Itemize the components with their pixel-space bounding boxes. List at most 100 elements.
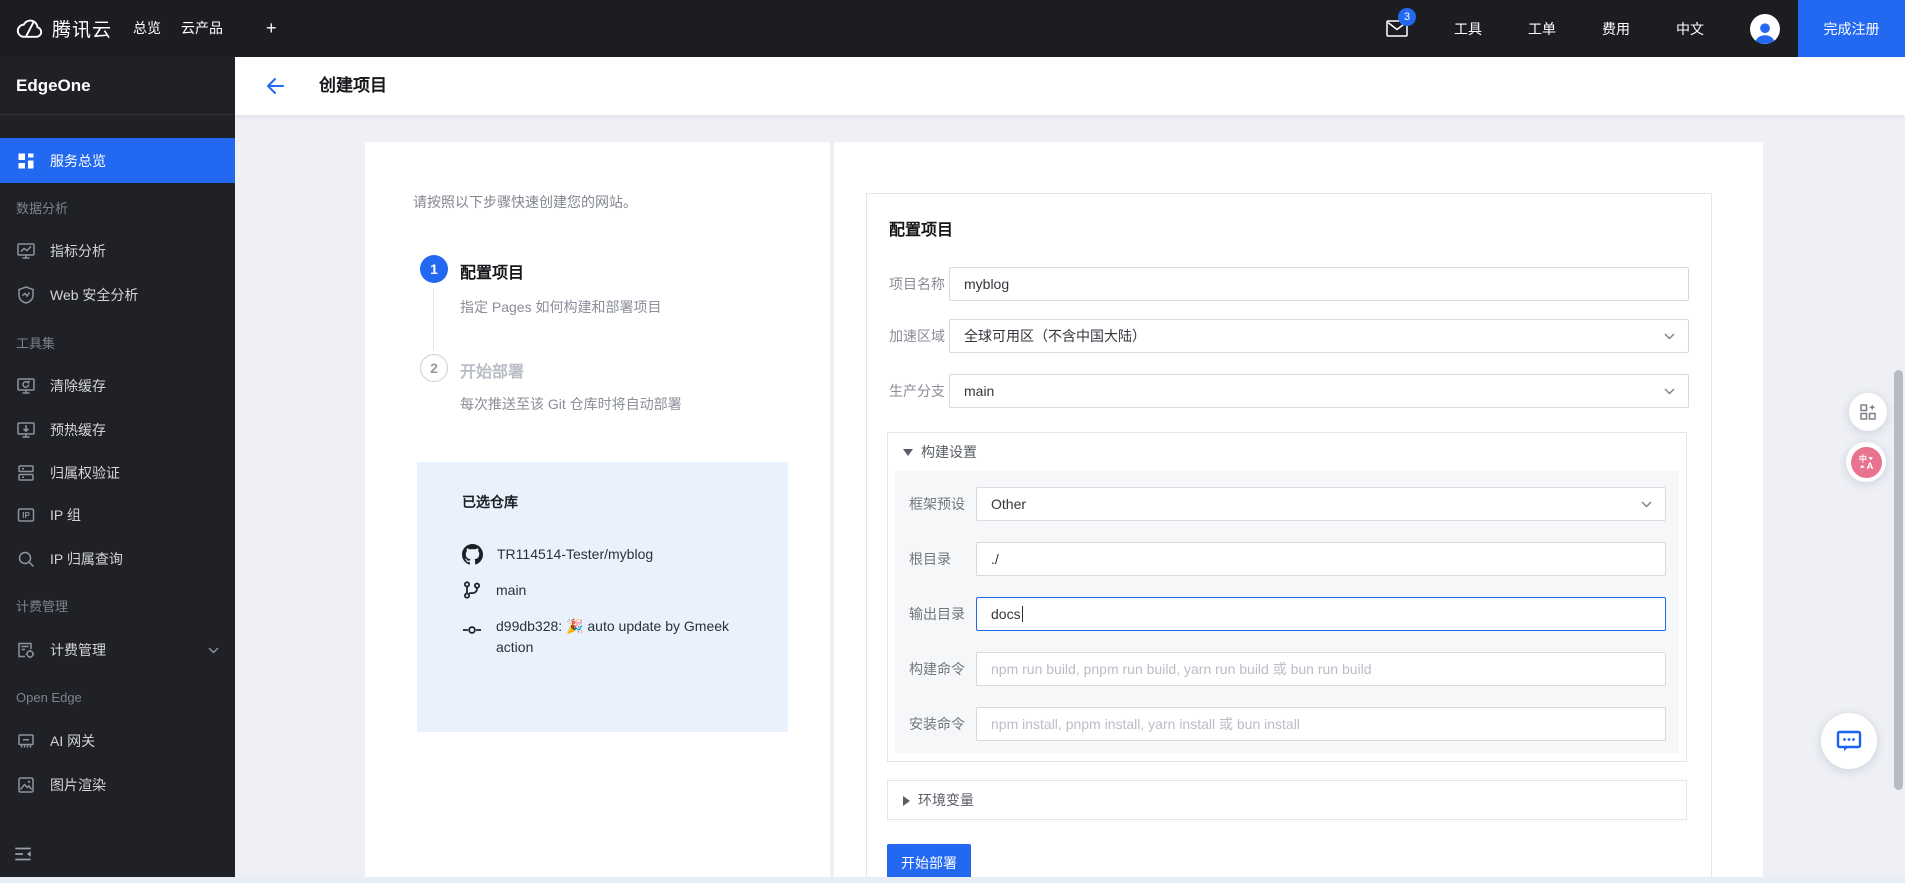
project-name-input[interactable] (949, 267, 1689, 301)
region-label: 加速区域* (889, 319, 954, 353)
git-commit-icon (462, 624, 482, 636)
repository-commit-row: d99db328: 🎉 auto update by Gmeek action (462, 616, 758, 658)
sidebar-item-ownership-verification[interactable]: 归属权验证 (0, 451, 235, 495)
environment-variables-toggle[interactable]: 环境变量 (887, 780, 1687, 820)
selected-repository-box: 已选仓库 TR114514-Tester/myblog main d99db32… (417, 462, 788, 732)
step-1-description: 指定 Pages 如何构建和部署项目 (460, 299, 662, 315)
nav-add-tab-button[interactable]: + (266, 0, 277, 57)
sidebar-item-metrics-analysis[interactable]: 指标分析 (0, 229, 235, 273)
repository-branch-row: main (462, 580, 758, 601)
sidebar-section-billing: 计费管理 (16, 599, 69, 614)
sidebar-item-ip-group[interactable]: IP IP 组 (0, 493, 235, 537)
github-icon (462, 544, 483, 565)
svg-text:A: A (1866, 461, 1873, 472)
configure-project-title: 配置项目 (889, 222, 954, 239)
nav-overview[interactable]: 总览 (133, 0, 161, 57)
top-navbar: 腾讯云 总览 云产品 + 3 工具 工单 费用 中文 完成注册 (0, 0, 1905, 57)
apps-sparkle-icon (1860, 404, 1876, 420)
build-settings-toggle[interactable]: 构建设置 (888, 433, 1686, 471)
avatar[interactable] (1750, 13, 1780, 44)
navbar-right-group: 3 工具 工单 费用 中文 (1386, 0, 1780, 57)
sidebar-section-toolbox: 工具集 (16, 336, 56, 351)
page-title: 创建项目 (319, 76, 387, 95)
output-directory-input[interactable]: docs (976, 597, 1666, 631)
sidebar-item-prewarm-cache[interactable]: 预热缓存 (0, 408, 235, 452)
project-name-label: 项目名称* (889, 267, 954, 301)
sidebar-title: EdgeOne (0, 57, 235, 115)
step-2-description: 每次推送至该 Git 仓库时将自动部署 (460, 396, 682, 412)
chat-bubble-icon (1836, 730, 1862, 751)
ip-badge-icon: IP (16, 505, 36, 525)
monitor-chart-icon (16, 241, 36, 261)
framework-preset-label: 框架预设 (909, 496, 965, 512)
page-header: 创建项目 (235, 57, 1905, 115)
production-branch-value: main (964, 383, 995, 399)
repository-name-row: TR114514-Tester/myblog (462, 544, 758, 565)
tencent-cloud-logo[interactable]: 腾讯云 (15, 0, 112, 57)
complete-registration-button[interactable]: 完成注册 (1798, 0, 1905, 57)
nav-tools[interactable]: 工具 (1454, 19, 1482, 39)
region-select[interactable]: 全球可用区（不含中国大陆） (949, 319, 1689, 353)
root-directory-label: 根目录 (909, 551, 951, 567)
chevron-down-icon (1641, 501, 1652, 508)
sidebar-item-label: 图片渲染 (50, 777, 106, 793)
sidebar-item-purge-cache[interactable]: 清除缓存 (0, 364, 235, 408)
build-command-input[interactable] (976, 652, 1666, 686)
install-command-label: 安装命令 (909, 716, 965, 732)
text-caret (1021, 606, 1023, 622)
nav-language[interactable]: 中文 (1676, 19, 1704, 39)
triangle-down-icon (903, 449, 913, 456)
monitor-download-icon (16, 420, 36, 440)
edgeone-create-project-page: { "colors": { "accent": "#2368f0", "navb… (0, 0, 1905, 883)
floating-translate-button[interactable]: 中 A (1846, 442, 1886, 482)
sidebar-item-label: 清除缓存 (50, 378, 106, 394)
sidebar-item-label: Web 安全分析 (50, 287, 139, 303)
search-icon (16, 549, 36, 569)
production-branch-select[interactable]: main (949, 374, 1689, 408)
triangle-right-icon (903, 796, 910, 806)
install-command-input[interactable] (976, 707, 1666, 741)
output-directory-value: docs (991, 606, 1021, 622)
back-arrow-icon (267, 78, 284, 94)
back-button[interactable] (263, 74, 287, 98)
sidebar-item-ip-lookup[interactable]: IP 归属查询 (0, 537, 235, 581)
form-panel: 配置项目 项目名称* 加速区域* 全球可用区（不含中国大陆） 生产分支* mai… (834, 142, 1763, 883)
nav-billing[interactable]: 费用 (1602, 19, 1630, 39)
step-2-title: 开始部署 (460, 364, 525, 381)
root-directory-input[interactable] (976, 542, 1666, 576)
sidebar-item-web-security-analysis[interactable]: Web 安全分析 (0, 273, 235, 317)
floating-chat-button[interactable] (1821, 713, 1877, 769)
cloud-logo-icon (15, 17, 45, 41)
selected-repository-title: 已选仓库 (462, 494, 518, 510)
mail-button[interactable]: 3 (1386, 8, 1416, 37)
sidebar-item-service-overview[interactable]: 服务总览 (0, 138, 235, 183)
step-1-indicator: 1 (420, 255, 448, 283)
steps-intro-text: 请按照以下步骤快速创建您的网站。 (413, 194, 637, 210)
sidebar-item-label: IP 归属查询 (50, 551, 123, 567)
step-1-title: 配置项目 (460, 265, 525, 282)
image-icon (16, 775, 36, 795)
sidebar-item-image-rendering[interactable]: 图片渲染 (0, 763, 235, 807)
start-deploy-button[interactable]: 开始部署 (887, 844, 971, 881)
configure-project-card: 配置项目 项目名称* 加速区域* 全球可用区（不含中国大陆） 生产分支* mai… (866, 193, 1712, 883)
mail-badge: 3 (1398, 8, 1416, 26)
vertical-scrollbar-thumb[interactable] (1894, 370, 1903, 790)
framework-preset-select[interactable]: Other (976, 487, 1666, 521)
sidebar-item-billing-management[interactable]: 计费管理 (0, 628, 235, 672)
sidebar-item-label: IP 组 (50, 507, 81, 523)
translate-icon: 中 A (1850, 446, 1882, 478)
floating-apps-button[interactable] (1849, 393, 1887, 431)
chevron-down-icon (208, 647, 219, 654)
nav-cloud-products[interactable]: 云产品 (181, 0, 223, 57)
repository-branch: main (496, 582, 527, 598)
monitor-refresh-icon (16, 376, 36, 396)
git-branch-icon (462, 580, 482, 600)
sidebar-item-label: 归属权验证 (50, 465, 120, 481)
sidebar-section-open-edge: Open Edge (16, 690, 82, 705)
server-list-icon (16, 463, 36, 483)
sidebar-item-ai-gateway[interactable]: AI 网关 (0, 719, 235, 763)
nav-tickets[interactable]: 工单 (1528, 19, 1556, 39)
sidebar-item-label: 计费管理 (50, 642, 106, 658)
sidebar-collapse-button[interactable] (12, 843, 36, 867)
build-settings-box: 构建设置 框架预设 Other 根目录 输出目录 docs (887, 432, 1687, 762)
